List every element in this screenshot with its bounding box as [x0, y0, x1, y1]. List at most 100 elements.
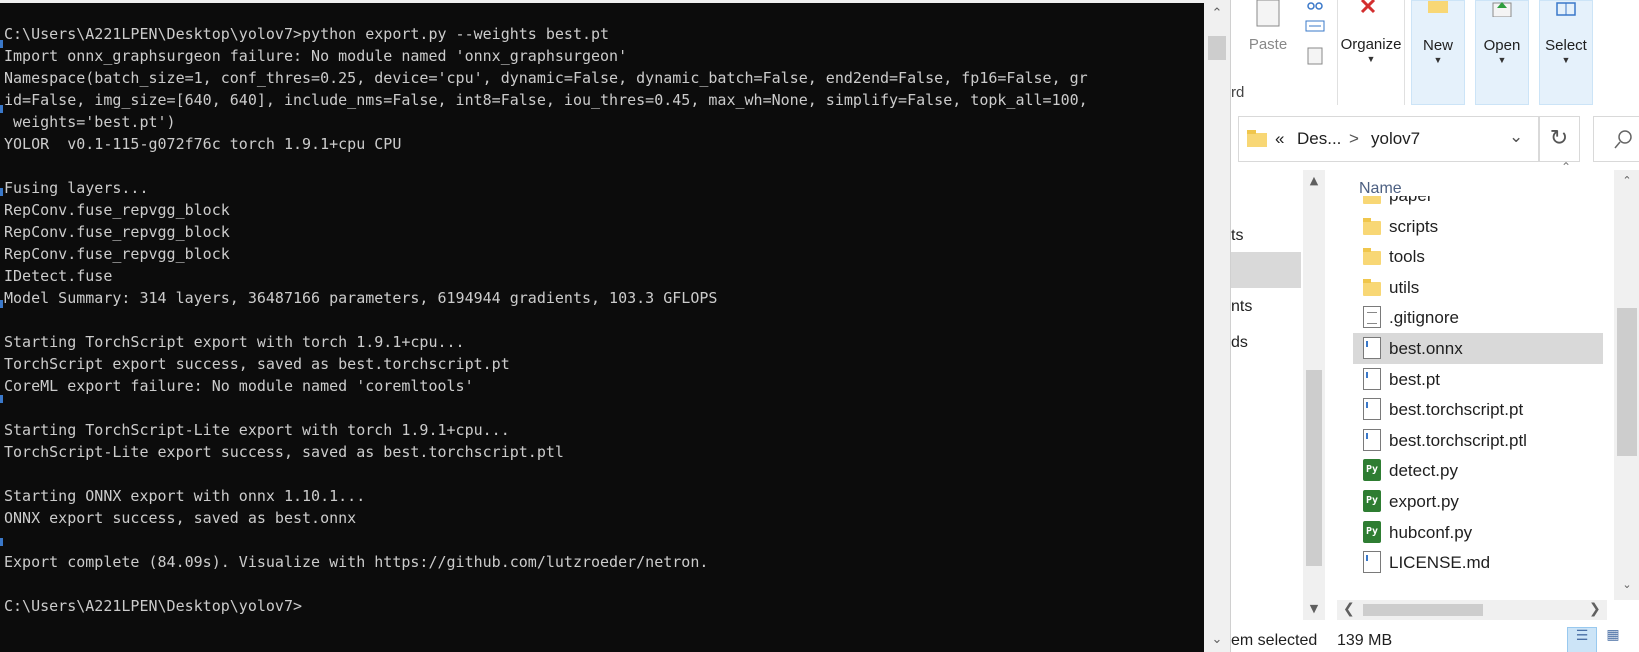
chevron-up-icon[interactable]: ▲: [1303, 174, 1325, 187]
open-icon: [1492, 2, 1512, 17]
file-icon: [1363, 398, 1381, 421]
chevron-down-icon[interactable]: ⌄: [1204, 632, 1230, 647]
python-file-icon: Py: [1363, 520, 1381, 543]
select-button[interactable]: Select ▼: [1539, 0, 1593, 105]
nav-pane-scrollbar[interactable]: ▲ ▼: [1303, 170, 1325, 620]
file-list-scroll-thumb[interactable]: [1617, 308, 1637, 456]
chevron-down-icon: ▼: [1433, 55, 1443, 65]
paste-shortcut-icon[interactable]: [1306, 46, 1324, 66]
terminal-line: Import onnx_graphsurgeon failure: No mod…: [4, 47, 628, 65]
address-bar[interactable]: « Des... > yolov7 ⌄: [1238, 116, 1540, 162]
terminal-line: id=False, img_size=[640, 640], include_n…: [4, 91, 1088, 109]
terminal-scroll-thumb[interactable]: [1208, 36, 1226, 60]
terminal-line: TorchScript-Lite export success, saved a…: [4, 443, 564, 461]
chevron-down-icon[interactable]: ⌄: [1509, 127, 1523, 147]
nav-item-partial-3[interactable]: ds: [1231, 334, 1248, 352]
terminal-line: ONNX export success, saved as best.onnx: [4, 509, 357, 527]
search-input[interactable]: [1593, 116, 1639, 162]
close-icon: [1360, 0, 1376, 14]
copy-path-icon[interactable]: [1305, 20, 1325, 32]
nav-item-partial-2[interactable]: nts: [1231, 298, 1252, 316]
breadcrumb-desktop[interactable]: Des...: [1297, 129, 1341, 149]
details-view-button[interactable]: ☰: [1567, 627, 1597, 652]
folder-icon: [1247, 130, 1267, 147]
terminal-line: C:\Users\A221LPEN\Desktop\yolov7>python …: [4, 25, 610, 43]
file-row[interactable]: utils: [1353, 272, 1603, 303]
chevron-left-icon[interactable]: ❮: [1343, 601, 1355, 617]
organize-label: Organize: [1340, 36, 1402, 53]
file-name: best.torchscript.pt: [1389, 400, 1524, 420]
terminal-window[interactable]: C:\Users\A221LPEN\Desktop\yolov7>python …: [0, 0, 1204, 652]
open-button[interactable]: Open ▼: [1475, 0, 1529, 105]
status-size-text: 139 MB: [1337, 632, 1393, 649]
new-button[interactable]: New ▼: [1411, 0, 1465, 105]
hscroll-thumb[interactable]: [1363, 604, 1483, 616]
file-row[interactable]: best.torchscript.pt: [1353, 394, 1603, 425]
nav-item-partial-1[interactable]: ts: [1231, 227, 1243, 245]
open-label: Open: [1483, 37, 1521, 54]
terminal-top-edge: [0, 0, 1204, 3]
breadcrumb-yolov7[interactable]: yolov7: [1371, 129, 1420, 149]
chevron-right-icon[interactable]: ❯: [1589, 601, 1601, 617]
cut-icon[interactable]: [1306, 0, 1324, 12]
terminal-line: Model Summary: 314 layers, 36487166 para…: [4, 289, 718, 307]
terminal-line: Starting ONNX export with onnx 1.10.1...: [4, 487, 366, 505]
file-row[interactable]: best.torchscript.ptl: [1353, 425, 1603, 456]
organize-button[interactable]: Organize ▼: [1337, 0, 1405, 105]
breadcrumb-separator[interactable]: >: [1349, 129, 1359, 149]
file-name: best.torchscript.ptl: [1389, 430, 1527, 450]
chevron-down-icon[interactable]: ▼: [1303, 602, 1325, 615]
file-row[interactable]: .gitignore: [1353, 302, 1603, 333]
python-file-icon: Py: [1363, 490, 1381, 512]
new-folder-icon: [1428, 1, 1448, 13]
file-name: export.py: [1389, 492, 1459, 511]
breadcrumb-overflow[interactable]: «: [1275, 129, 1284, 149]
large-icons-view-icon: ▦: [1606, 627, 1620, 643]
terminal-line: weights='best.pt'): [4, 113, 176, 131]
chevron-down-icon: ▼: [1497, 55, 1507, 65]
clipboard-group-label: rd: [1231, 84, 1245, 101]
chevron-down-icon[interactable]: ⌄: [1614, 578, 1639, 591]
chevron-down-icon: ▼: [1366, 54, 1376, 64]
chevron-up-icon[interactable]: ⌃: [1614, 174, 1639, 187]
terminal-line: Namespace(batch_size=1, conf_thres=0.25,…: [4, 69, 1088, 87]
nav-scroll-thumb[interactable]: [1306, 370, 1322, 566]
file-name: scripts: [1389, 216, 1439, 236]
file-list-hscrollbar[interactable]: ❮ ❯: [1337, 600, 1607, 620]
paste-button[interactable]: Paste: [1243, 0, 1293, 80]
text-file-icon: [1363, 306, 1381, 329]
refresh-icon: ↻: [1549, 126, 1569, 151]
nav-pane-selected-item[interactable]: [1231, 252, 1301, 288]
terminal-output[interactable]: C:\Users\A221LPEN\Desktop\yolov7>python …: [4, 23, 1202, 617]
terminal-line: RepConv.fuse_repvgg_block: [4, 223, 230, 241]
sort-indicator-icon: ⌃: [1561, 160, 1572, 174]
chevron-up-icon[interactable]: ⌃: [1204, 6, 1230, 21]
file-row[interactable]: Py hubconf.py: [1353, 517, 1603, 548]
terminal-line: CoreML export failure: No module named '…: [4, 377, 474, 395]
file-row[interactable]: best.onnx: [1353, 333, 1603, 364]
file-icon: [1363, 428, 1381, 451]
file-list-scrollbar[interactable]: ⌃ ⌄: [1614, 170, 1639, 600]
file-row[interactable]: Py detect.py: [1353, 455, 1603, 486]
terminal-line: C:\Users\A221LPEN\Desktop\yolov7>: [4, 597, 303, 615]
file-row[interactable]: best.pt: [1353, 364, 1603, 395]
large-icons-view-button[interactable]: ▦: [1599, 627, 1627, 651]
file-name: best.onnx: [1389, 339, 1463, 358]
folder-icon: [1363, 245, 1381, 267]
terminal-scrollbar[interactable]: ⌃ ⌄: [1204, 0, 1230, 652]
file-name: hubconf.py: [1389, 522, 1473, 542]
file-explorer-window: Paste rd Organize ▼ New ▼ Open ▼ Select …: [1230, 0, 1639, 652]
file-list: paper scripts tools utils .gitignore best.onn…: [1353, 196, 1603, 592]
terminal-line: YOLOR v0.1-115-g072f76c torch 1.9.1+cpu …: [4, 135, 402, 153]
refresh-button[interactable]: ↻: [1538, 116, 1580, 162]
file-row[interactable]: Py export.py: [1353, 486, 1603, 517]
file-row[interactable]: paper: [1353, 196, 1603, 211]
file-icon: [1363, 367, 1381, 390]
new-label: New: [1422, 37, 1453, 54]
file-name: .gitignore: [1389, 308, 1459, 328]
file-row[interactable]: tools: [1353, 241, 1603, 272]
file-row[interactable]: LICENSE.md: [1353, 547, 1603, 578]
file-row[interactable]: scripts: [1353, 211, 1603, 242]
